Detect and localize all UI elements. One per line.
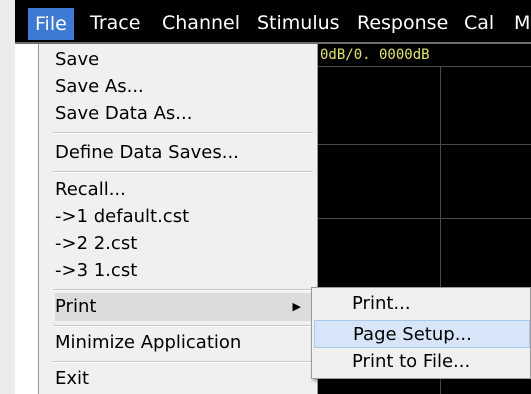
graph-gridline-h: [316, 218, 531, 219]
menu-cal[interactable]: Cal: [464, 8, 494, 38]
menu-bar: File Trace Channel Stimulus Response Cal…: [0, 0, 531, 44]
submenu-item-print[interactable]: Print...: [314, 290, 530, 318]
menu-gutter: [39, 44, 53, 394]
menu-separator: [53, 289, 313, 291]
application-window: File Trace Channel Stimulus Response Cal…: [0, 0, 531, 394]
menu-file[interactable]: File: [28, 8, 74, 40]
submenu-item-print-to-file[interactable]: Print to File...: [314, 348, 530, 376]
menu-item-save[interactable]: Save: [55, 46, 315, 73]
file-dropdown-menu: Save Save As... Save Data As... Define D…: [38, 44, 318, 394]
window-left-strip: [0, 44, 15, 394]
window-left-edge: [0, 0, 15, 44]
menu-separator: [53, 325, 313, 327]
menu-separator: [53, 361, 313, 363]
menu-item-recent-2[interactable]: ->2 2.cst: [55, 230, 315, 257]
menu-separator: [53, 171, 313, 173]
graph-gridline-h: [316, 144, 531, 145]
graph-gridline-h: [316, 66, 531, 67]
submenu-item-page-setup[interactable]: Page Setup...: [314, 320, 530, 348]
menu-item-recall[interactable]: Recall...: [55, 176, 315, 203]
menu-stimulus[interactable]: Stimulus: [257, 8, 340, 38]
menu-channel[interactable]: Channel: [162, 8, 240, 38]
menu-trace[interactable]: Trace: [90, 8, 140, 38]
print-submenu: Print... Page Setup... Print to File...: [311, 287, 531, 379]
menu-item-exit[interactable]: Exit: [55, 365, 315, 392]
menu-item-recent-3[interactable]: ->3 1.cst: [55, 257, 315, 284]
menu-item-print[interactable]: Print ▶: [55, 293, 315, 321]
menu-item-recent-1[interactable]: ->1 default.cst: [55, 203, 315, 230]
menu-item-define-data-saves[interactable]: Define Data Saves...: [55, 139, 315, 166]
submenu-arrow-icon: ▶: [292, 300, 301, 313]
menu-response[interactable]: Response: [357, 8, 448, 38]
menu-item-print-label: Print: [55, 296, 97, 317]
menu-item-save-data-as[interactable]: Save Data As...: [55, 100, 315, 127]
menu-m[interactable]: M: [514, 8, 530, 38]
trace-scale-label: 0dB/0. 0000dB: [320, 47, 430, 63]
menu-item-save-as[interactable]: Save As...: [55, 73, 315, 100]
menu-separator: [53, 132, 313, 134]
menu-item-minimize-application[interactable]: Minimize Application: [55, 329, 315, 356]
